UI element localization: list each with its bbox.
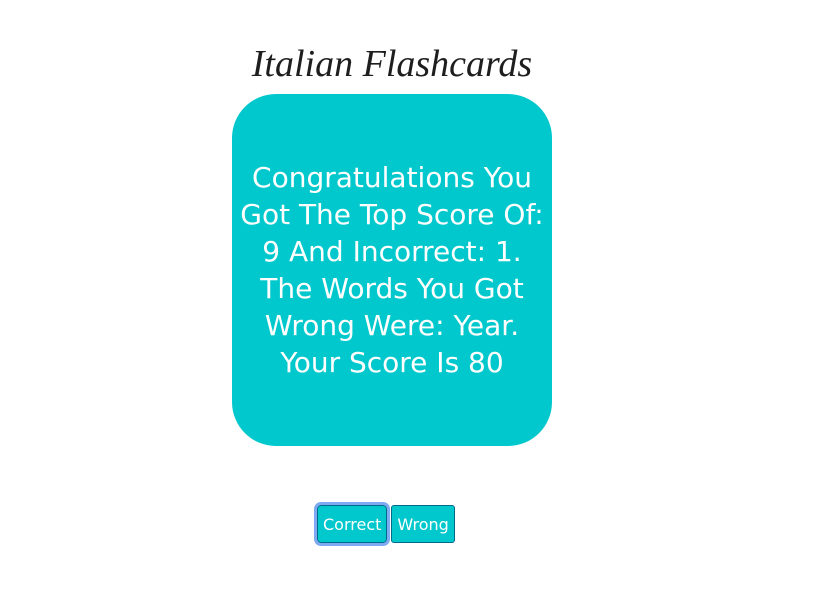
correct-button[interactable]: Correct [313, 502, 391, 546]
wrong-button[interactable]: Wrong [391, 505, 455, 543]
flashcard: Congratulations You Got The Top Score Of… [232, 94, 552, 446]
page-title: Italian Flashcards [251, 43, 533, 85]
answer-buttons: Correct Wrong [313, 502, 455, 546]
flashcards-page: Italian Flashcards Congratulations You G… [0, 0, 813, 610]
flashcard-message: Congratulations You Got The Top Score Of… [240, 161, 544, 379]
